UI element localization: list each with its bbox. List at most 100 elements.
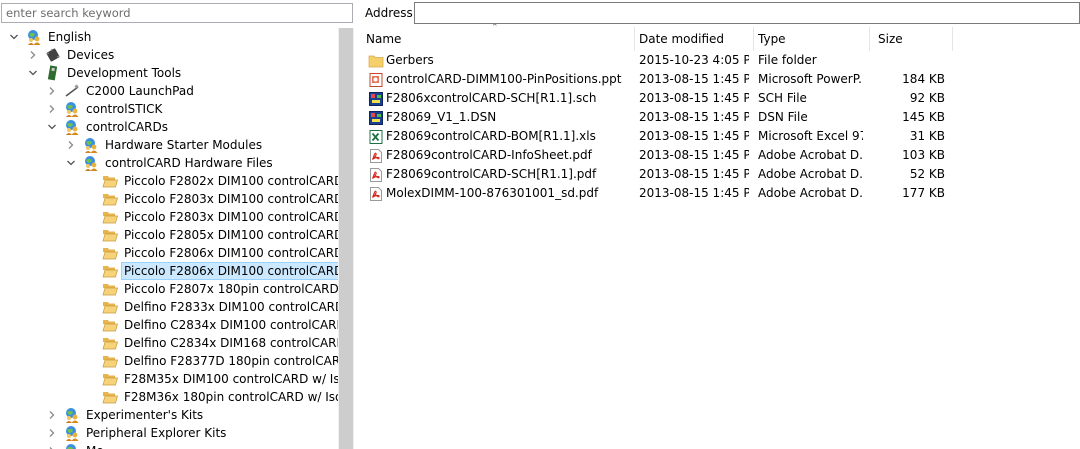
chevron-down-icon[interactable] (65, 154, 77, 172)
chevron-right-icon[interactable] (46, 424, 58, 442)
open-folder-icon (102, 245, 118, 261)
file-list: ⌃ Name Date modified Type Size Gerbers 20… (358, 23, 1080, 449)
tree-item[interactable]: C2000 LaunchPad (46, 82, 197, 100)
tree-item[interactable]: Piccolo F2806x DIM100 controlCARD (84, 262, 338, 280)
column-header-type[interactable]: Type (750, 27, 870, 51)
tree-item[interactable]: Delfino C2834x DIM168 controlCARD (84, 334, 338, 352)
open-folder-icon (102, 281, 118, 297)
file-row[interactable]: F28069_V1_1.DSN 2013-08-15 1:45 PM DSN Fil… (358, 108, 958, 127)
file-size: 145 KB (902, 110, 945, 124)
globe-people-icon (83, 137, 99, 153)
chevron-right-icon[interactable] (46, 100, 58, 118)
file-name-cell: F28069controlCARD-InfoSheet.pdf (368, 146, 630, 165)
navigation-tree: English Devices Development Tools C2000 Lau… (0, 28, 338, 449)
tree-item[interactable]: controlCARDs (46, 118, 171, 136)
tree-item[interactable]: Experimenter's Kits (46, 406, 206, 424)
column-header-size[interactable]: Size (870, 27, 953, 51)
tree-item[interactable]: English (8, 28, 94, 46)
tree-item-label: Delfino F28377D 180pin controlCARD w/ (124, 354, 338, 368)
file-row[interactable]: controlCARD-DIMM100-PinPositions.ppt 2013… (358, 70, 958, 89)
file-date: 2015-10-23 4:05 PM (639, 53, 749, 67)
chevron-down-icon[interactable] (46, 118, 58, 136)
file-row[interactable]: F28069controlCARD-InfoSheet.pdf 2013-08-1… (358, 146, 958, 165)
column-header-size-label: Size (878, 32, 903, 46)
tree-item-label: Delfino C2834x DIM168 controlCARD (124, 336, 338, 350)
column-header-name[interactable]: ⌃ Name (358, 23, 635, 51)
tree-item[interactable]: Hardware Starter Modules (65, 136, 265, 154)
file-type: SCH File (758, 91, 807, 105)
globe-people-icon (64, 443, 80, 449)
pdf-file-icon (368, 148, 384, 164)
chevron-down-icon[interactable] (8, 28, 20, 46)
tree-item[interactable]: Piccolo F2802x DIM100 controlCARD (84, 172, 338, 190)
file-date: 2013-08-15 1:45 PM (639, 129, 749, 143)
tree-item[interactable]: Piccolo F2803x DIM100 controlCARD (84, 190, 338, 208)
chevron-right-icon[interactable] (65, 136, 77, 154)
tree-item[interactable]: Piccolo F2807x 180pin controlCARD w/ Is (84, 280, 338, 298)
tree-item-label: F28M36x 180pin controlCARD w/ Isolatec (124, 390, 338, 404)
file-row[interactable]: F2806xcontrolCARD-SCH[R1.1].sch 2013-08-1… (358, 89, 958, 108)
file-row[interactable]: MolexDIMM-100-876301001_sd.pdf 2013-08-15… (358, 184, 958, 203)
file-date: 2013-08-15 1:45 PM (639, 186, 749, 200)
tree-scrollbar-thumb[interactable] (339, 28, 353, 449)
tree-item[interactable]: Piccolo F2803x DIM100 controlCARD w/ I (84, 208, 338, 226)
globe-people-icon (64, 425, 80, 441)
file-name-cell: controlCARD-DIMM100-PinPositions.ppt (368, 70, 630, 89)
file-name-cell: F28069_V1_1.DSN (368, 108, 630, 127)
open-folder-icon (102, 173, 118, 189)
tree-item[interactable]: F28M36x 180pin controlCARD w/ Isolatec (84, 388, 338, 406)
tree-item[interactable]: Delfino F28377D 180pin controlCARD w/ (84, 352, 338, 370)
file-row[interactable]: F28069controlCARD-BOM[R1.1].xls 2013-08-1… (358, 127, 958, 146)
tree-item-label: controlCARDs (86, 120, 169, 134)
tree-item[interactable]: controlCARD Hardware Files (65, 154, 276, 172)
tree-item[interactable]: Peripheral Explorer Kits (46, 424, 229, 442)
tree-item[interactable]: Devices (27, 46, 117, 64)
file-row[interactable]: F28069controlCARD-SCH[R1.1].pdf 2013-08-1… (358, 165, 958, 184)
tree-item[interactable]: controlSTICK (46, 100, 165, 118)
file-row[interactable]: Gerbers 2015-10-23 4:05 PM File folder (358, 51, 958, 70)
tree-item[interactable]: F28M35x DIM100 controlCARD w/ Isolate (84, 370, 338, 388)
tree-item-label: Piccolo F2807x 180pin controlCARD w/ Is (124, 282, 338, 296)
tree-item[interactable]: Development Tools (27, 64, 184, 82)
schematic-file-icon (368, 110, 384, 126)
address-input[interactable] (414, 2, 1080, 24)
chevron-right-icon[interactable] (46, 82, 58, 100)
tree-item-label: Piccolo F2805x DIM100 controlCARD w/ I (124, 228, 338, 242)
tree-item-label: C2000 LaunchPad (86, 84, 194, 98)
file-size: 177 KB (902, 186, 945, 200)
chevron-right-icon[interactable] (27, 46, 39, 64)
open-folder-icon (102, 389, 118, 405)
tree-item[interactable]: Delfino C2834x DIM100 controlCARD (84, 316, 338, 334)
chevron-right-icon[interactable] (46, 406, 58, 424)
tree-item-label: Mo (83, 442, 107, 449)
excel-file-icon (368, 129, 384, 145)
tree-item-label: Devices (67, 48, 115, 62)
tree-item[interactable]: Piccolo F2806x DIM100 controlCARD w/ I (84, 244, 338, 262)
tree-item[interactable]: Piccolo F2805x DIM100 controlCARD w/ I (84, 226, 338, 244)
chevron-right-icon[interactable] (46, 442, 58, 449)
file-name-cell: F28069controlCARD-BOM[R1.1].xls (368, 127, 630, 146)
tree-item-label: Experimenter's Kits (86, 408, 204, 422)
globe-people-icon (64, 101, 80, 117)
globe-people-icon (64, 407, 80, 423)
search-input[interactable] (1, 3, 353, 23)
board-icon (45, 65, 61, 81)
chevron-down-icon[interactable] (27, 64, 39, 82)
file-date: 2013-08-15 1:45 PM (639, 110, 749, 124)
file-type: Adobe Acrobat D... (758, 167, 863, 181)
tree-item[interactable]: Mo (46, 442, 107, 449)
open-folder-icon (102, 263, 118, 279)
tree-item[interactable]: Delfino F2833x DIM100 controlCARD (84, 298, 338, 316)
column-header-date[interactable]: Date modified (631, 27, 754, 51)
open-folder-icon (102, 353, 118, 369)
open-folder-icon (102, 335, 118, 351)
open-folder-icon (102, 371, 118, 387)
tree-scrollbar[interactable] (338, 28, 354, 449)
